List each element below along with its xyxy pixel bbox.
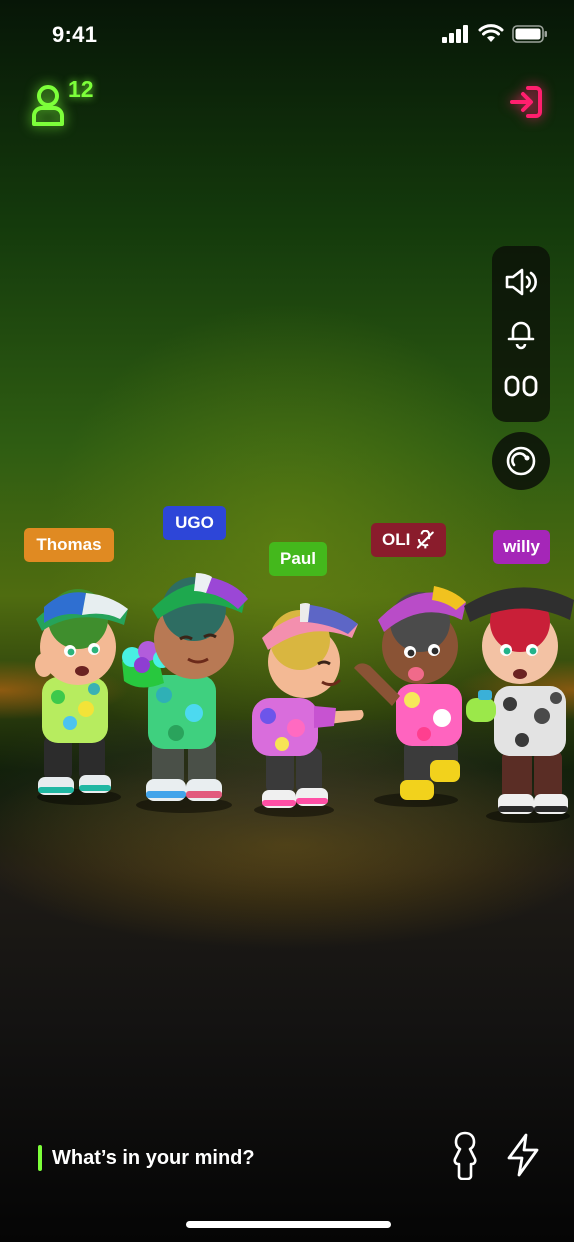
figure-icon (453, 1131, 477, 1181)
glasses-icon (504, 375, 538, 397)
friends-count: 12 (68, 76, 94, 102)
user-icon (32, 85, 64, 126)
name-tag-label: OLI (382, 530, 411, 549)
sticker-button[interactable] (492, 432, 550, 490)
sticker-icon (506, 446, 536, 476)
friends-button[interactable]: 12 (30, 76, 100, 126)
name-tag-label: Thomas (36, 535, 102, 554)
view-button[interactable] (501, 366, 541, 406)
name-tag-label: Paul (280, 549, 316, 568)
signal-icon (442, 24, 468, 43)
name-tag[interactable]: Thomas (24, 528, 114, 562)
name-tag-label: UGO (175, 513, 214, 532)
room-screen: 9:41 12 Thomas UGO Paul OLI willy What’s… (0, 0, 574, 1242)
avatar-oli[interactable] (350, 580, 468, 810)
mic-muted-icon (417, 530, 435, 549)
name-tag[interactable]: UGO (163, 506, 226, 540)
side-panel (492, 246, 550, 422)
sound-button[interactable] (501, 262, 541, 302)
name-tag[interactable]: OLI (371, 523, 446, 557)
lightning-icon (507, 1133, 539, 1177)
battery-icon (512, 24, 547, 43)
wifi-icon (478, 24, 504, 42)
exit-icon (510, 86, 542, 118)
home-indicator[interactable] (186, 1221, 391, 1228)
text-cursor (38, 1145, 42, 1171)
exit-button[interactable] (508, 84, 544, 120)
name-tag[interactable]: willy (493, 530, 550, 564)
avatar-button[interactable] (448, 1130, 482, 1181)
message-input[interactable]: What’s in your mind? (52, 1147, 255, 1170)
name-tag-label: willy (503, 537, 540, 556)
avatar-ugo[interactable] (118, 565, 248, 815)
name-tag[interactable]: Paul (269, 542, 327, 576)
speaker-icon (505, 268, 537, 296)
notifications-button[interactable] (501, 314, 541, 354)
actions-button[interactable] (504, 1132, 542, 1178)
avatar-willy[interactable] (458, 580, 574, 825)
status-icons (442, 24, 548, 43)
status-time: 9:41 (52, 22, 98, 47)
bell-icon (507, 321, 535, 350)
